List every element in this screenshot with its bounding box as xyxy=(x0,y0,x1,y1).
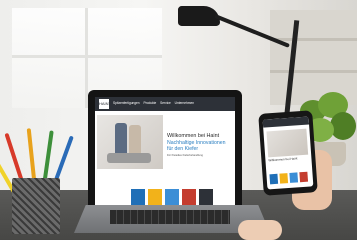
phone-hero-title: Willkommen bei Haint xyxy=(268,156,298,163)
thumbnail[interactable] xyxy=(131,189,145,205)
hero-subtitle: Nachhaltige Innovationen für den Kiefer xyxy=(167,140,226,152)
bookshelf xyxy=(270,10,357,105)
thumbnail[interactable] xyxy=(199,189,213,205)
thumbnail[interactable] xyxy=(289,172,299,183)
thumbnail[interactable] xyxy=(279,173,289,184)
pencil-cup xyxy=(12,178,60,234)
shelf-board xyxy=(270,70,357,73)
phone-site-header xyxy=(262,116,310,128)
laptop-display: HAINT Spitzenfertigungen Produkte Servic… xyxy=(95,97,235,205)
nav-item[interactable]: Service xyxy=(160,101,171,105)
site-logo[interactable]: HAINT xyxy=(99,99,111,109)
nav-item[interactable]: Unternehmen xyxy=(175,101,194,105)
hero-caption: Für Paradies Kieferbehandlung xyxy=(167,154,203,157)
phone-thumbnail-strip xyxy=(269,171,310,185)
photo-scene: HAINT Spitzenfertigungen Produkte Servic… xyxy=(0,0,357,240)
site-header: HAINT Spitzenfertigungen Produkte Servic… xyxy=(95,97,235,111)
thumbnail[interactable] xyxy=(269,173,279,185)
nav-item[interactable]: Spitzenfertigungen xyxy=(113,101,140,105)
thumbnail-strip xyxy=(131,189,235,205)
laptop-keyboard xyxy=(110,210,230,224)
nav-item[interactable]: Produkte xyxy=(143,101,156,105)
thumbnail[interactable] xyxy=(148,189,162,205)
phone-hero-image xyxy=(266,128,309,158)
thumbnail[interactable] xyxy=(165,189,179,205)
hero-image xyxy=(97,115,163,169)
hero-title: Willkommen bei Haint xyxy=(167,133,220,139)
hand-on-keyboard xyxy=(238,220,282,240)
thumbnail[interactable] xyxy=(182,189,196,205)
smartphone: Willkommen bei Haint xyxy=(258,110,318,196)
hero-chair xyxy=(107,153,151,163)
phone-screen: Willkommen bei Haint xyxy=(262,116,314,190)
thumbnail[interactable] xyxy=(299,171,309,183)
window-frame-horizontal xyxy=(12,55,162,58)
site-nav: Spitzenfertigungen Produkte Service Unte… xyxy=(113,101,197,105)
plant-leaf xyxy=(330,112,356,140)
